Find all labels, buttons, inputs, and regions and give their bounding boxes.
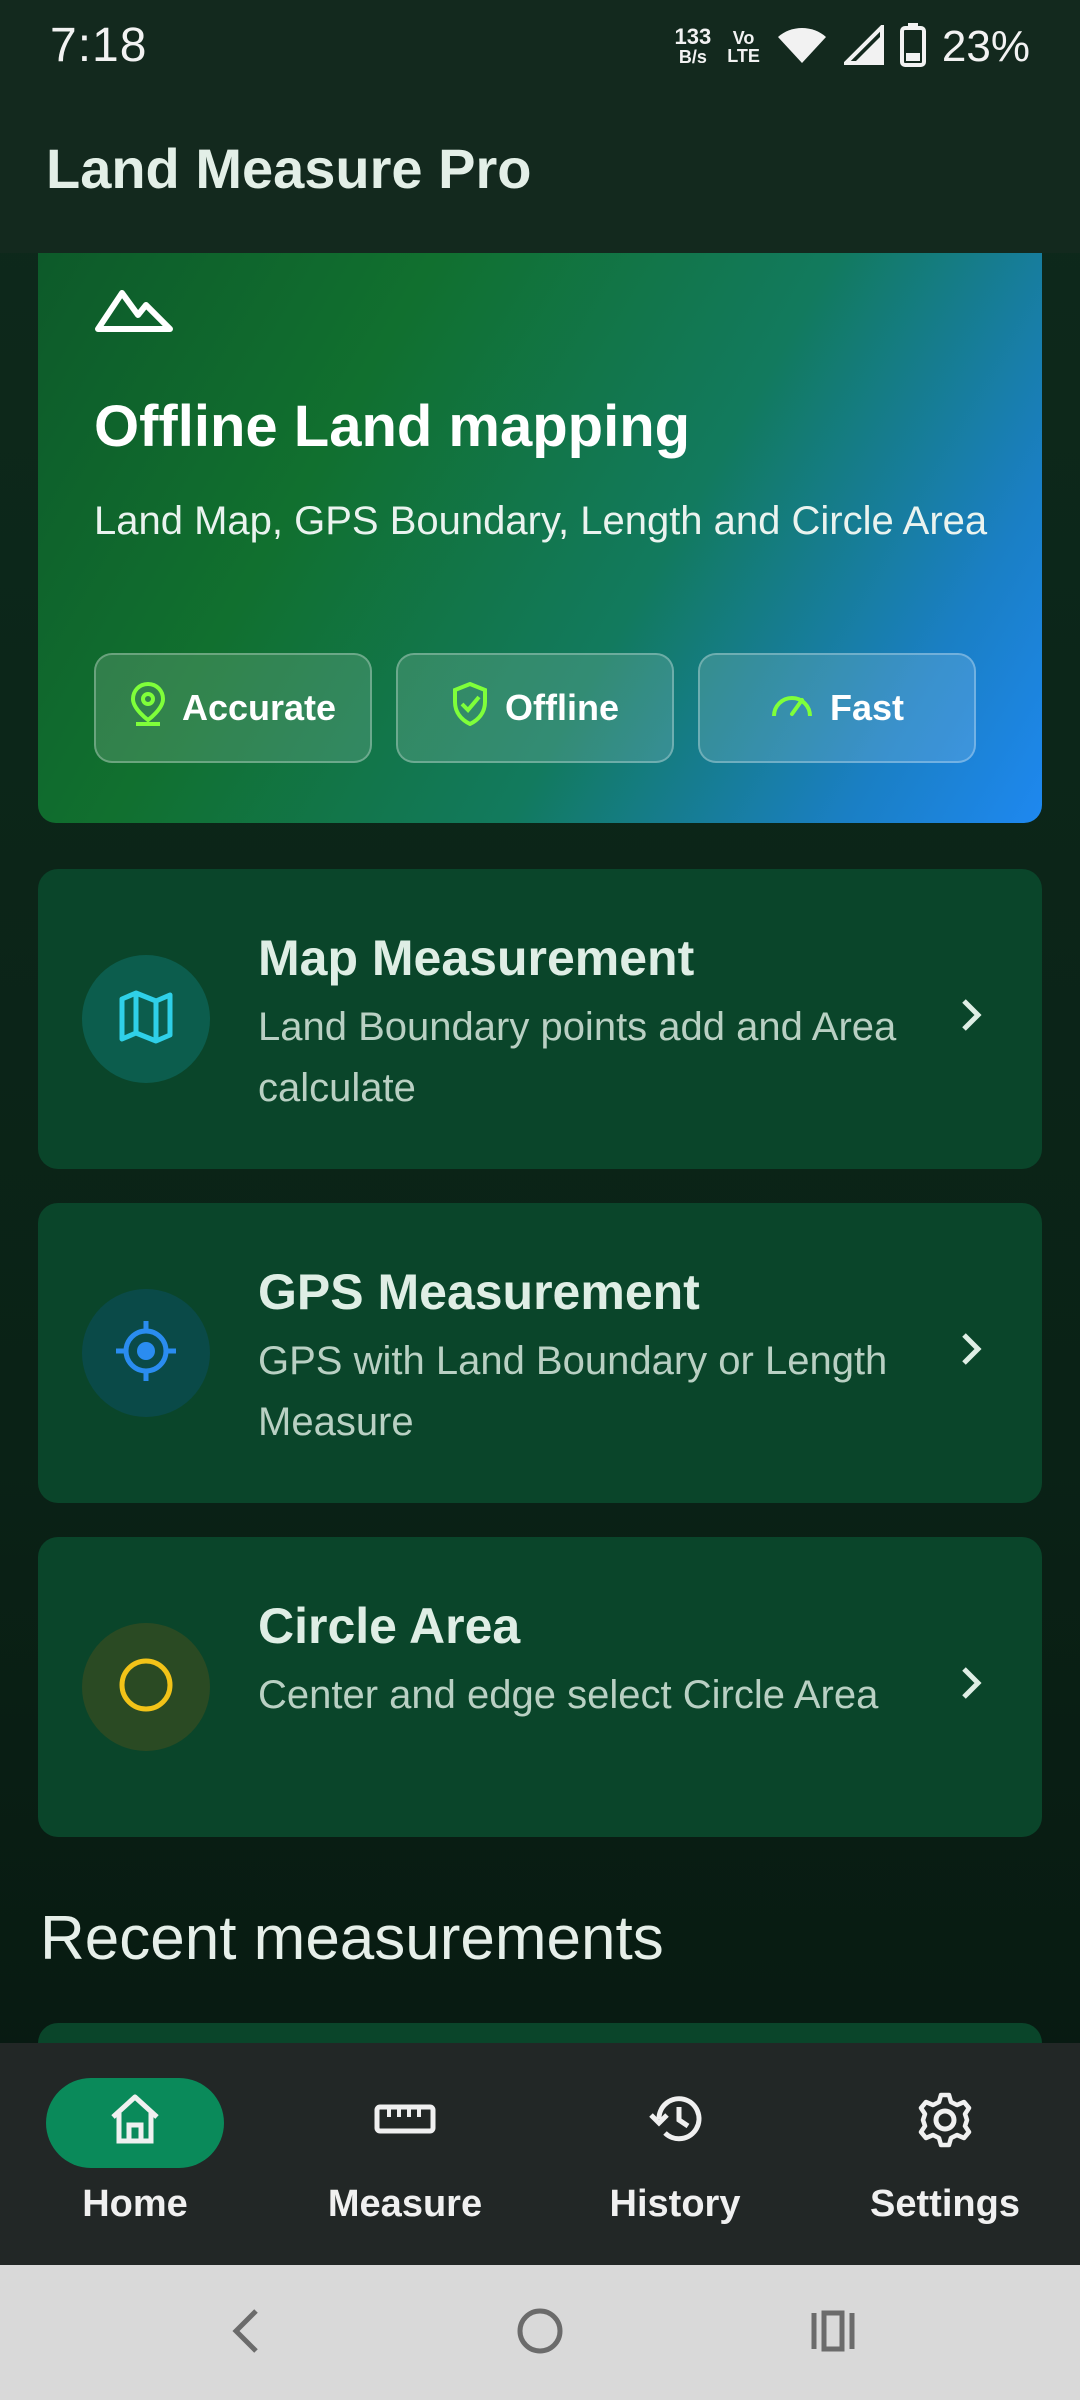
feature-icon-wrap: [82, 1623, 210, 1751]
chevron-right-icon: [956, 1663, 986, 1708]
chevron-right-icon: [956, 995, 986, 1040]
feature-title: GPS Measurement: [258, 1264, 700, 1320]
app-title: Land Measure Pro: [46, 137, 532, 200]
feature-card-map-measurement[interactable]: Map Measurement Land Boundary points add…: [38, 869, 1042, 1169]
status-bar: 7:18 133 B/s Vo LTE 23%: [0, 0, 1080, 100]
wifi-icon: [776, 25, 828, 70]
network-speed-unit: B/s: [678, 47, 707, 67]
chip-label: Fast: [829, 687, 905, 728]
nav-label: History: [609, 2183, 741, 2225]
feature-card-gps-measurement[interactable]: GPS Measurement GPS with Land Boundary o…: [38, 1203, 1042, 1503]
nav-label: Settings: [870, 2183, 1020, 2225]
chip-label: Accurate: [181, 687, 337, 728]
nav-label: Home: [82, 2183, 188, 2225]
feature-icon-wrap: [82, 1289, 210, 1417]
volte-bottom: LTE: [727, 46, 760, 66]
gear-icon: [810, 2091, 1080, 2149]
battery-icon: [899, 22, 926, 72]
feature-title: Map Measurement: [258, 930, 695, 986]
crosshair-icon: [114, 1319, 178, 1388]
chevron-right-icon: [956, 1329, 986, 1374]
history-icon: [540, 2091, 810, 2147]
status-icons: 133 B/s Vo LTE 23%: [674, 21, 1030, 72]
recents-icon[interactable]: [808, 2305, 860, 2362]
feature-icon-wrap: [82, 955, 210, 1083]
recent-measurements-title: Recent measurements: [40, 1904, 664, 1973]
chip-label: Offline: [505, 687, 619, 728]
system-navigation-bar: [0, 2265, 1080, 2400]
bottom-navigation: Home Measure History Settings: [0, 2043, 1080, 2265]
volte-indicator: Vo LTE: [727, 29, 760, 65]
hero-title: Offline Land mapping: [94, 394, 691, 459]
hero-subtitle: Land Map, GPS Boundary, Length and Circl…: [94, 499, 988, 543]
hero-chips: Accurate Offline Fast: [94, 653, 976, 763]
network-speed-value: 133: [674, 24, 712, 49]
feature-description: Land Boundary points add and Area calcul…: [258, 1005, 897, 1110]
chip-offline[interactable]: Offline: [396, 653, 674, 763]
ruler-icon: [270, 2091, 540, 2147]
speedometer-icon: [770, 686, 814, 731]
hero-banner: Offline Land mapping Land Map, GPS Bound…: [38, 253, 1042, 823]
nav-label: Measure: [327, 2183, 483, 2225]
recent-measurement-card[interactable]: [38, 2023, 1042, 2043]
feature-card-circle-area[interactable]: Circle Area Center and edge select Circl…: [38, 1537, 1042, 1837]
cell-signal-icon: [841, 21, 884, 70]
battery-percentage: 23%: [941, 22, 1030, 71]
feature-description: Center and edge select Circle Area: [258, 1673, 879, 1717]
mountain-icon: [94, 285, 174, 338]
volte-top: Vo: [732, 28, 755, 48]
app-bar: Land Measure Pro: [0, 100, 1080, 253]
nav-item-measure[interactable]: Measure: [270, 2043, 540, 2265]
status-time: 7:18: [50, 19, 148, 72]
network-speed: 133 B/s: [674, 24, 712, 68]
home-circle-icon[interactable]: [514, 2305, 566, 2362]
chip-accurate[interactable]: Accurate: [94, 653, 372, 763]
nav-item-home[interactable]: Home: [0, 2043, 270, 2265]
home-icon: [0, 2091, 270, 2147]
location-pin-icon: [130, 681, 166, 735]
nav-item-settings[interactable]: Settings: [810, 2043, 1080, 2265]
home-scroll-content[interactable]: Offline Land mapping Land Map, GPS Bound…: [0, 253, 1080, 2043]
circle-icon: [116, 1655, 176, 1720]
back-icon[interactable]: [226, 2305, 266, 2362]
nav-item-history[interactable]: History: [540, 2043, 810, 2265]
app-root: 7:18 133 B/s Vo LTE 23% Land Measure Pro: [0, 0, 1080, 2400]
feature-description: GPS with Land Boundary or Length Measure: [258, 1339, 888, 1444]
feature-title: Circle Area: [258, 1598, 521, 1654]
chip-fast[interactable]: Fast: [698, 653, 976, 763]
shield-check-icon: [451, 681, 489, 735]
map-icon: [118, 989, 174, 1050]
